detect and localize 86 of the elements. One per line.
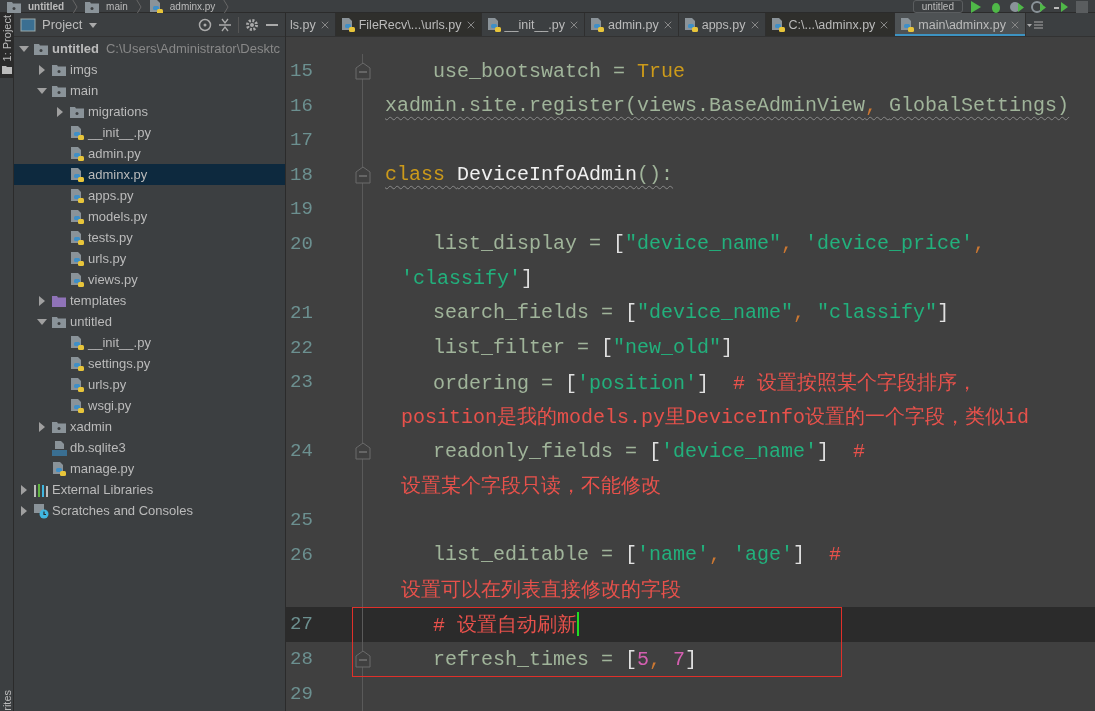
code-line: search_fields = ["device_name", "classify"] <box>432 301 950 325</box>
code-line: use_bootswatch = True <box>432 59 686 83</box>
tree-item[interactable]: adminx.py <box>14 164 285 185</box>
line-number: 25 <box>289 509 314 532</box>
tree-item-label: xadmin <box>70 419 112 434</box>
line-number: 21 <box>289 302 314 324</box>
line-number: 28 <box>289 648 314 670</box>
tree-item[interactable]: migrations <box>14 101 285 122</box>
breadcrumb-item[interactable]: main <box>106 0 128 13</box>
breadcrumb-item[interactable]: untitled <box>28 0 65 13</box>
code-line: refresh_times = [5, 7] <box>432 647 698 671</box>
tree-item[interactable]: models.py <box>14 206 285 227</box>
line-number: 24 <box>289 440 314 463</box>
code-line: # 设置自动刷新 <box>432 612 577 638</box>
tree-item-label: main <box>70 83 99 98</box>
tree-item[interactable]: urls.py <box>14 374 285 395</box>
tree-item[interactable]: main <box>14 80 285 101</box>
tree-item[interactable]: urls.py <box>14 248 285 269</box>
tree-item-label: urls.py <box>88 251 127 266</box>
tree-item-label: urls.py <box>88 377 127 392</box>
code-line: readonly_fields = ['device_name'] # <box>432 439 866 463</box>
tree-item-label: models.py <box>88 209 148 224</box>
line-number: 17 <box>289 129 314 152</box>
editor-tab[interactable]: main\adminx.py <box>895 13 1026 36</box>
line-number: 20 <box>289 232 314 255</box>
line-number: 29 <box>289 682 314 705</box>
line-number: 18 <box>289 163 314 186</box>
tree-item-label: External Libraries <box>52 482 154 497</box>
tree-item[interactable]: wsgi.py <box>14 395 285 416</box>
tree-item[interactable]: db.sqlite3 <box>14 437 285 458</box>
project-path: C:\Users\Administrator\Desktc <box>105 41 281 56</box>
tree-item-label: Scratches and Consoles <box>52 503 193 518</box>
editor-tab[interactable]: C:\...\adminx.py <box>765 13 896 36</box>
code-line: 'classify'] <box>400 266 534 290</box>
tree-item-label: views.py <box>88 272 138 287</box>
favorites-tool-tab[interactable]: rites <box>0 690 13 711</box>
tree-item-label: wsgi.py <box>88 398 132 413</box>
code-line: xadmin.site.register(views.BaseAdminView, GlobalSettings) <box>385 94 1070 118</box>
tree-item-label: imgs <box>70 62 98 77</box>
tree-item[interactable]: Scratches and Consoles <box>14 500 285 521</box>
line-number: 23 <box>289 371 314 394</box>
tree-item[interactable]: admin.py <box>14 143 285 164</box>
code-line: 设置某个字段只读，不能修改 <box>400 474 661 500</box>
tree-item-label: migrations <box>88 104 148 119</box>
tree-item[interactable]: apps.py <box>14 185 285 206</box>
tree-item-label: admin.py <box>88 146 141 161</box>
tree-item[interactable]: views.py <box>14 269 285 290</box>
tree-item[interactable]: templates <box>14 290 285 311</box>
tree-item-label: untitled <box>70 314 112 329</box>
tree-item-label: db.sqlite3 <box>70 440 126 455</box>
tree-item-label: __init__.py <box>88 125 151 140</box>
breadcrumb-item[interactable]: adminx.py <box>169 0 216 13</box>
tree-item[interactable]: untitled C:\Users\Administrator\Desktc <box>14 38 285 59</box>
tree-item-label: tests.py <box>88 230 133 245</box>
code-line: list_display = ["device_name", 'device_price', <box>432 232 986 256</box>
line-number: 22 <box>289 336 314 359</box>
tree-item[interactable]: settings.py <box>14 353 285 374</box>
line-number: 19 <box>289 198 314 221</box>
editor-tab[interactable]: FileRecv\...\urls.py <box>335 13 482 36</box>
code-line: class DeviceInfoAdmin(): <box>385 163 674 187</box>
tree-item-label: settings.py <box>88 356 151 371</box>
tree-item-label: adminx.py <box>88 167 148 182</box>
tree-item[interactable]: __init__.py <box>14 122 285 143</box>
tree-item[interactable]: manage.py <box>14 458 285 479</box>
line-number: 16 <box>289 94 314 117</box>
tree-item[interactable]: tests.py <box>14 227 285 248</box>
tree-item[interactable]: __init__.py <box>14 332 285 353</box>
code-line: ordering = ['position'] # 设置按照某个字段排序， <box>432 370 978 396</box>
code-line: list_editable = ['name', 'age'] # <box>432 543 842 567</box>
code-line: list_filter = ["new_old"] <box>432 336 734 359</box>
tree-item-label: __init__.py <box>88 335 151 350</box>
line-number: 26 <box>289 543 314 566</box>
tree-item[interactable]: untitled <box>14 311 285 332</box>
tree-item[interactable]: External Libraries <box>14 479 285 500</box>
project-tool-tab[interactable]: 1: Project <box>0 13 14 79</box>
tree-item-label: templates <box>70 293 127 308</box>
tree-item[interactable]: xadmin <box>14 416 285 437</box>
code-line: position是我的models.py里DeviceInfo设置的一个字段，类似id <box>400 405 1030 431</box>
tree-item[interactable]: imgs <box>14 59 285 80</box>
tree-item-label: untitled <box>52 41 99 56</box>
panel-title[interactable]: Project <box>42 17 83 32</box>
tree-item-label: apps.py <box>88 188 134 203</box>
line-number: 15 <box>289 60 314 83</box>
line-number: 27 <box>289 613 314 635</box>
code-line: 设置可以在列表直接修改的字段 <box>400 577 681 603</box>
tree-item-label: manage.py <box>70 461 135 476</box>
